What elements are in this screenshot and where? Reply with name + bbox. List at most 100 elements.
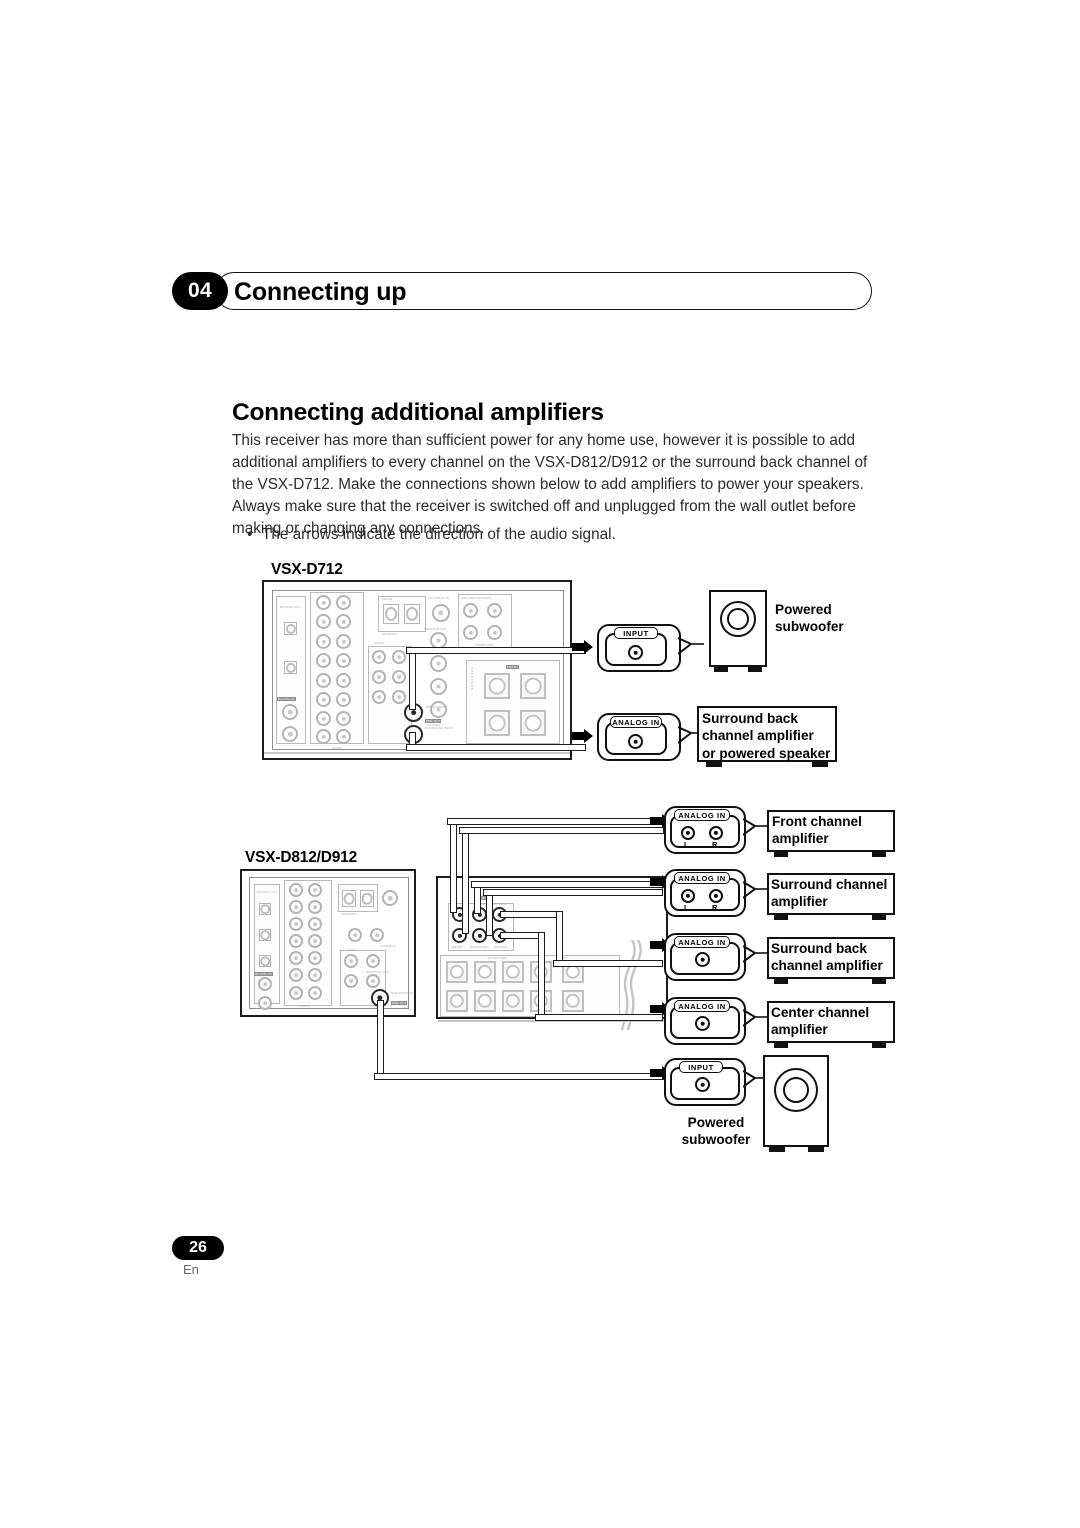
micro-label: DIGITAL IN [254,972,273,976]
rca-jack [344,954,358,968]
label-line: Front channel [772,814,862,829]
callout-jack-front-r [709,826,723,840]
antenna-terminal [360,890,374,907]
jack-label-surrback: ANALOG IN [674,936,730,948]
binding-post [502,961,524,983]
rca-jack [308,934,322,948]
device-foot [872,915,886,920]
cable-front-l-horizontal [447,818,662,825]
device-label-surround-amp: Surround channel amplifier [771,876,887,911]
rca-jack [344,974,358,988]
optical-jack [259,955,271,967]
callout-jack-surround-r [709,889,723,903]
rca-jack [289,951,303,965]
device-label-front-amp: Front channel amplifier [772,813,862,848]
device-foot [774,979,788,984]
page-number-badge: 26 [172,1236,224,1260]
cable-sub-812-vertical [377,1000,384,1076]
cable-surrback-seg3 [553,960,663,967]
cable-surround-l-horizontal [471,881,663,888]
micro-label: SURROUND [488,956,507,960]
subwoofer-cone-inner [783,1077,809,1103]
label-line: amplifier [771,1022,828,1038]
device-foot [774,852,788,857]
jack-label-l: L [684,903,689,912]
device-foot [774,1043,788,1048]
rca-jack [289,934,303,948]
micro-label: PRE OUT [391,1001,408,1005]
cable-center-seg2 [538,932,545,1020]
callout-beak [743,1009,767,1027]
binding-post [446,990,468,1012]
device-foot [872,979,886,984]
micro-label: AUDIO [300,1004,311,1008]
device-foot [872,1043,886,1048]
cable-center-seg3 [535,1014,663,1021]
micro-label: ANTENNA [341,912,357,916]
cable-surround-r-vertical [486,892,493,936]
micro-label: VIDEO [347,948,358,952]
callout-jack-subwoofer-812 [695,1077,710,1092]
cable-surrback-seg1 [500,911,562,918]
rca-jack [308,986,322,1000]
binding-post [474,961,496,983]
antenna-terminal [342,890,356,907]
device-foot [808,1147,824,1152]
coax-jack [258,977,272,991]
micro-label: SUB WOOFER [391,991,414,995]
jack-label-center: ANALOG IN [674,1000,730,1012]
cable-front-r-horizontal [459,827,664,834]
rca-jack [308,951,322,965]
callout-jack-center [695,1016,710,1031]
model-label-812-912: VSX-D812/D912 [245,849,357,866]
label-line: subwoofer [681,1132,751,1148]
cable-surround-r-horizontal [483,889,663,896]
jack-label-r: R [712,840,718,849]
jack-label-r: R [712,903,718,912]
cable-surrback-seg2 [556,911,563,963]
cable-surround-l-vertical [474,884,481,914]
rca-jack [289,986,303,1000]
label-line: amplifier [772,831,829,847]
binding-post [474,990,496,1012]
language-code: En [183,1262,199,1277]
rca-jack [289,917,303,931]
rca-jack [366,974,380,988]
jack-label-surround: ANALOG IN [674,872,730,884]
control-jack [348,928,362,942]
callout-jack-surround-l [681,889,695,903]
rca-jack [289,968,303,982]
binding-post [562,990,584,1012]
jack-label-input-812: INPUT [679,1061,723,1073]
manual-page: 04 Connecting up Connecting additional a… [0,0,1080,1528]
rca-jack [308,968,322,982]
label-line: Powered [687,1115,745,1130]
label-line: Center channel [771,1005,870,1020]
rca-jack [289,883,303,897]
fm-coax-jack [382,890,398,906]
micro-label-surround: SURROUND [470,945,489,949]
diagram-vsx-d812-d912: VSX-D812/D912 DIGITAL OUT DIGITAL IN AUD… [0,0,1080,1528]
label-line: Surround channel [771,877,888,892]
device-foot [769,1147,785,1152]
callout-jack-front-l [681,826,695,840]
device-foot [774,915,788,920]
label-line: Surround back [771,941,867,956]
binding-post [446,961,468,983]
rca-jack [308,917,322,931]
micro-label: SURROUND BACK [479,902,508,906]
device-label-surrback-amp: Surround back channel amplifier [771,940,883,975]
coax-jack [258,996,272,1010]
optical-jack [259,929,271,941]
preout-surround-r [472,928,487,943]
micro-label: MONITOR OUT [366,970,390,974]
cable-front-l-vertical [450,821,457,913]
jack-label-front: ANALOG IN [674,809,730,821]
callout-jack-surrback [695,952,710,967]
binding-post [502,990,524,1012]
device-foot [872,852,886,857]
micro-label-front: FRONT [452,945,464,949]
label-line: channel amplifier [771,958,883,974]
callout-beak [743,945,767,963]
rca-jack [308,883,322,897]
